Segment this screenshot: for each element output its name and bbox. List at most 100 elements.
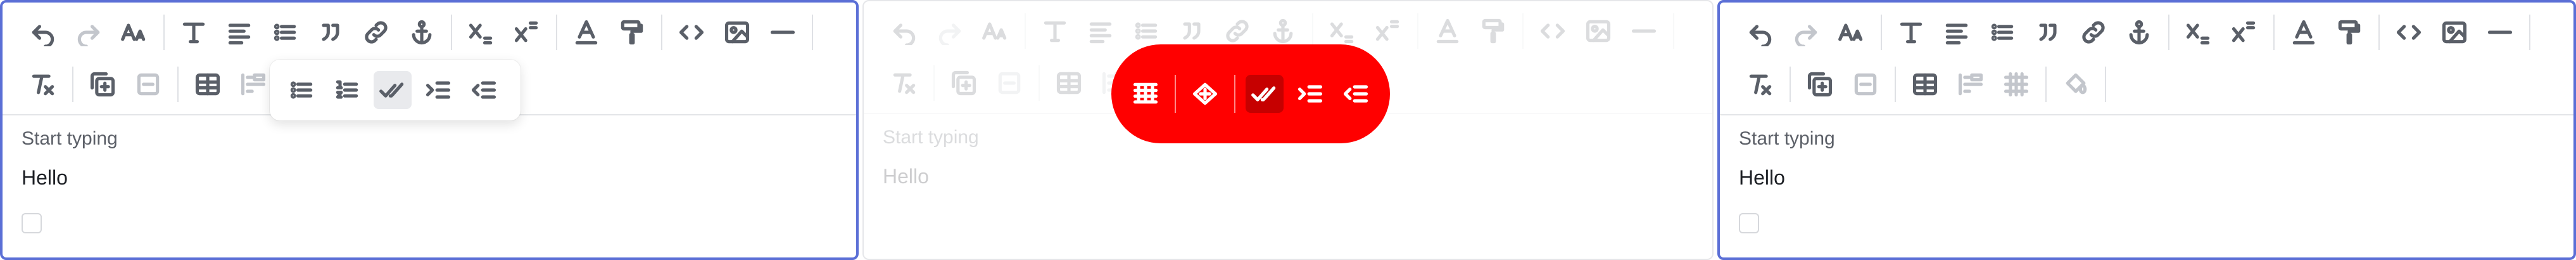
task-checkbox[interactable] <box>22 213 42 233</box>
indent-button[interactable] <box>1291 75 1329 113</box>
horizontal-rule-button[interactable] <box>2481 13 2519 51</box>
undo-button[interactable] <box>885 12 923 50</box>
subscript-button[interactable] <box>462 13 500 51</box>
remove-block-button[interactable] <box>129 65 167 103</box>
table-button[interactable] <box>1906 65 1944 103</box>
superscript-icon <box>1374 17 1402 45</box>
bullet-list-option[interactable] <box>282 71 320 109</box>
toolbar-divider <box>812 15 813 50</box>
clear-format-icon <box>29 70 57 98</box>
outdent-button[interactable] <box>1337 75 1375 113</box>
format-painter-button[interactable] <box>613 13 651 51</box>
horizontal-rule-button[interactable] <box>764 13 802 51</box>
image-icon <box>2440 18 2468 46</box>
align-button[interactable] <box>1082 12 1120 50</box>
link-button[interactable] <box>357 13 395 51</box>
align-icon <box>225 18 253 46</box>
indent-option[interactable] <box>419 71 457 109</box>
redo-button[interactable] <box>1787 13 1825 51</box>
remove-block-icon <box>995 69 1023 97</box>
undo-button[interactable] <box>1741 13 1779 51</box>
fill-color-button[interactable] <box>2057 65 2095 103</box>
table-settings-button[interactable] <box>1186 75 1224 113</box>
link-button[interactable] <box>2074 13 2112 51</box>
toolbar-divider <box>451 15 452 50</box>
indent-icon <box>424 76 452 104</box>
toolbar-divider <box>1673 13 1674 49</box>
clear-format-button[interactable] <box>885 64 923 102</box>
text-style-button[interactable] <box>175 13 213 51</box>
font-size-button[interactable] <box>1833 13 1871 51</box>
image-button[interactable] <box>1579 12 1617 50</box>
placeholder-label: Start typing <box>22 128 118 149</box>
list-indent-button[interactable] <box>234 65 272 103</box>
add-block-button[interactable] <box>1801 65 1839 103</box>
outdent-option[interactable] <box>465 71 503 109</box>
format-painter-button[interactable] <box>1474 12 1512 50</box>
editor-content[interactable]: Start typing Hello <box>22 128 118 190</box>
font-color-button[interactable] <box>1429 12 1467 50</box>
remove-block-button[interactable] <box>1847 65 1885 103</box>
table-settings-icon <box>1191 80 1219 108</box>
editor-content[interactable]: Start typing Hello <box>1739 128 1835 190</box>
blockquote-button[interactable] <box>312 13 350 51</box>
bullet-list-button[interactable] <box>266 13 304 51</box>
toolbar-divider <box>1025 13 1026 49</box>
bullet-list-button[interactable] <box>1983 13 2021 51</box>
toolbar-row-1 <box>1738 9 2537 56</box>
task-list-button[interactable] <box>1246 75 1284 113</box>
code-button[interactable] <box>672 13 710 51</box>
superscript-icon <box>513 18 541 46</box>
ordered-list-option[interactable] <box>328 71 366 109</box>
table-button[interactable] <box>1050 64 1088 102</box>
redo-button[interactable] <box>70 13 108 51</box>
task-list-option[interactable] <box>374 71 412 109</box>
image-button[interactable] <box>718 13 756 51</box>
align-button[interactable] <box>1938 13 1976 51</box>
toolbar-divider <box>1417 13 1418 49</box>
toolbar-divider <box>1790 67 1791 102</box>
task-checkbox[interactable] <box>1739 213 1759 233</box>
toolbar-row-2 <box>1738 61 2112 108</box>
image-icon <box>723 18 751 46</box>
clear-format-button[interactable] <box>1741 65 1779 103</box>
code-button[interactable] <box>1534 12 1572 50</box>
code-icon <box>678 18 705 46</box>
anchor-button[interactable] <box>403 13 441 51</box>
list-indent-button[interactable] <box>1952 65 1990 103</box>
font-size-button[interactable] <box>976 12 1014 50</box>
font-size-button[interactable] <box>115 13 153 51</box>
table-icon <box>1911 70 1939 98</box>
add-block-button[interactable] <box>84 65 122 103</box>
clear-format-button[interactable] <box>24 65 62 103</box>
editor-content[interactable]: Start typing Hello <box>883 127 979 188</box>
font-color-button[interactable] <box>2285 13 2323 51</box>
superscript-button[interactable] <box>1369 12 1407 50</box>
list-indent-icon <box>1957 70 1985 98</box>
table-button[interactable] <box>189 65 227 103</box>
table-column-button[interactable] <box>1127 75 1165 113</box>
redo-button[interactable] <box>931 12 969 50</box>
blockquote-button[interactable] <box>2029 13 2067 51</box>
table-grid-icon <box>2002 70 2030 98</box>
table-grid-button[interactable] <box>1997 65 2035 103</box>
subscript-button[interactable] <box>2180 13 2218 51</box>
image-button[interactable] <box>2435 13 2473 51</box>
align-button[interactable] <box>220 13 258 51</box>
task-list-icon <box>379 76 407 104</box>
text-style-button[interactable] <box>1036 12 1074 50</box>
add-block-button[interactable] <box>945 64 983 102</box>
toolbar-divider <box>2378 15 2380 50</box>
superscript-button[interactable] <box>508 13 546 51</box>
text-style-button[interactable] <box>1892 13 1930 51</box>
undo-button[interactable] <box>24 13 62 51</box>
remove-block-button[interactable] <box>990 64 1028 102</box>
code-button[interactable] <box>2390 13 2428 51</box>
format-painter-button[interactable] <box>2330 13 2368 51</box>
anchor-button[interactable] <box>2120 13 2158 51</box>
font-color-button[interactable] <box>567 13 605 51</box>
horizontal-rule-button[interactable] <box>1625 12 1663 50</box>
redo-icon <box>936 17 964 45</box>
superscript-button[interactable] <box>2225 13 2263 51</box>
ordered-list-icon <box>333 76 361 104</box>
